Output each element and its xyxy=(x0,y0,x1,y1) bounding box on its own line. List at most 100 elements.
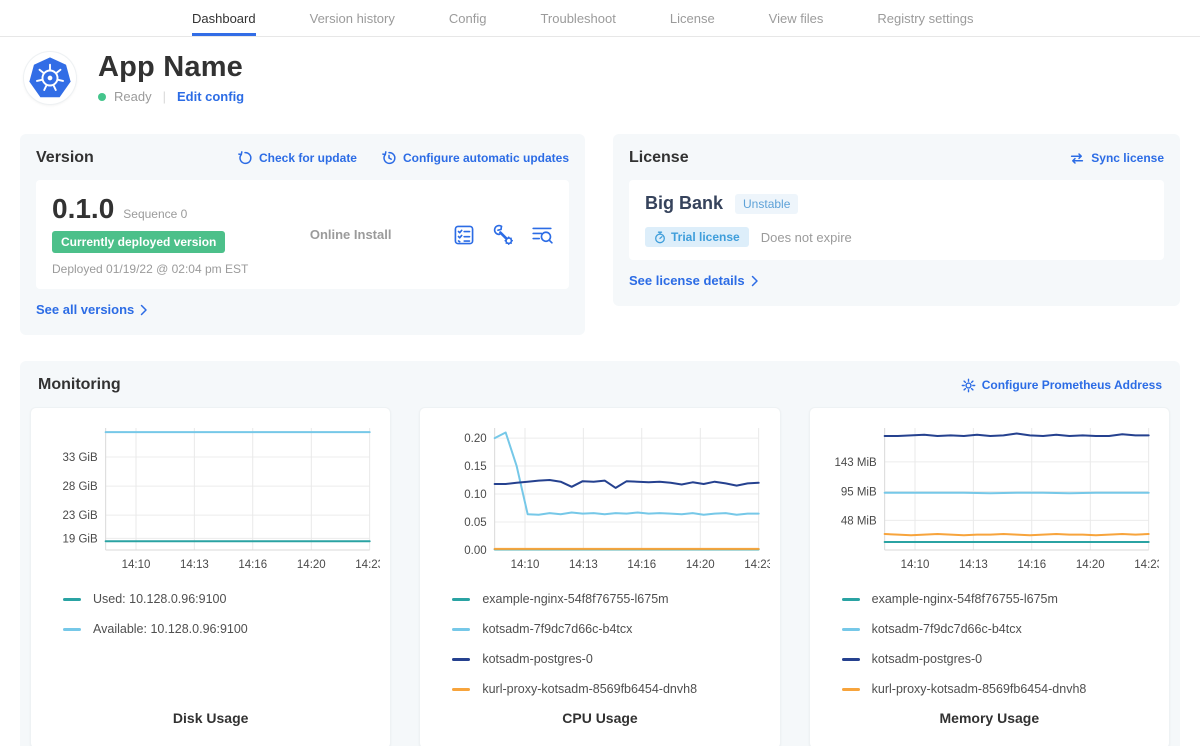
svg-text:14:16: 14:16 xyxy=(628,559,657,571)
legend-item: kurl-proxy-kotsadm-8569fb6454-dnvh8 xyxy=(452,682,769,696)
trial-license-badge: Trial license xyxy=(645,227,749,247)
cpu-usage-legend: example-nginx-54f8f76755-l675m kotsadm-7… xyxy=(452,592,769,696)
clock-refresh-icon xyxy=(381,150,397,166)
svg-text:14:23: 14:23 xyxy=(745,559,770,571)
svg-text:143 MiB: 143 MiB xyxy=(834,457,877,469)
svg-text:14:13: 14:13 xyxy=(959,559,988,571)
legend-swatch xyxy=(452,658,470,661)
legend-item: kotsadm-7f9dc7d66c-b4tcx xyxy=(452,622,769,636)
current-version-panel: 0.1.0 Sequence 0 Currently deployed vers… xyxy=(36,180,569,289)
app-avatar xyxy=(24,52,76,104)
memory-usage-title: Memory Usage xyxy=(820,710,1159,736)
legend-swatch xyxy=(842,658,860,661)
legend-swatch xyxy=(452,598,470,601)
svg-text:23 GiB: 23 GiB xyxy=(62,510,97,522)
deployed-timestamp: Deployed 01/19/22 @ 02:04 pm EST xyxy=(52,262,248,276)
legend-swatch xyxy=(452,688,470,691)
svg-text:0.15: 0.15 xyxy=(465,461,487,473)
refresh-icon xyxy=(237,150,253,166)
tab-version-history[interactable]: Version history xyxy=(310,0,395,36)
top-nav: Dashboard Version history Config Trouble… xyxy=(0,0,1200,37)
tab-dashboard[interactable]: Dashboard xyxy=(192,0,256,36)
legend-swatch xyxy=(63,598,81,601)
disk-usage-card: 19 GiB23 GiB28 GiB33 GiB14:1014:1314:161… xyxy=(30,407,391,746)
cpu-usage-card: 0.00 0.05 0.10 0.15 0.20 14:10 14:13 14:16 14:20… xyxy=(419,407,780,746)
svg-text:14:20: 14:20 xyxy=(1076,559,1105,571)
install-type-label: Online Install xyxy=(310,227,392,242)
customer-name: Big Bank xyxy=(645,193,723,214)
svg-text:0.00: 0.00 xyxy=(465,545,487,557)
svg-text:0.05: 0.05 xyxy=(465,517,487,529)
monitoring-title: Monitoring xyxy=(38,376,121,394)
svg-text:14:10: 14:10 xyxy=(900,559,929,571)
sync-arrows-icon xyxy=(1069,151,1085,166)
cards-row: Version Check for update Configure au xyxy=(0,134,1200,335)
version-number: 0.1.0 xyxy=(52,193,114,225)
legend-swatch xyxy=(842,598,860,601)
sequence-label: Sequence 0 xyxy=(123,207,187,221)
tab-license[interactable]: License xyxy=(670,0,715,36)
svg-text:28 GiB: 28 GiB xyxy=(62,481,97,493)
memory-usage-chart: 48 MiB 95 MiB 143 MiB 14:10 14:13 14:16 14:20 1… xyxy=(820,418,1159,576)
version-card: Version Check for update Configure au xyxy=(20,134,585,335)
edit-config-wrench-icon[interactable] xyxy=(492,224,514,246)
legend-swatch xyxy=(842,628,860,631)
deploy-logs-icon[interactable] xyxy=(531,224,553,246)
svg-text:14:16: 14:16 xyxy=(1017,559,1046,571)
svg-text:14:13: 14:13 xyxy=(569,559,598,571)
svg-text:14:10: 14:10 xyxy=(511,559,540,571)
check-for-update-button[interactable]: Check for update xyxy=(237,150,357,166)
svg-text:14:20: 14:20 xyxy=(686,559,715,571)
legend-swatch xyxy=(452,628,470,631)
gear-icon xyxy=(961,378,976,393)
monitoring-section: Monitoring Configure Prometheus Address … xyxy=(20,361,1180,746)
legend-item: kurl-proxy-kotsadm-8569fb6454-dnvh8 xyxy=(842,682,1159,696)
chevron-right-icon xyxy=(140,304,148,316)
cpu-usage-title: CPU Usage xyxy=(430,710,769,736)
legend-item: example-nginx-54f8f76755-l675m xyxy=(842,592,1159,606)
currently-deployed-badge: Currently deployed version xyxy=(52,231,225,253)
legend-item: Available: 10.128.0.96:9100 xyxy=(63,622,380,636)
svg-text:0.20: 0.20 xyxy=(465,433,487,445)
legend-item: kotsadm-postgres-0 xyxy=(452,652,769,666)
see-all-versions-link[interactable]: See all versions xyxy=(36,302,148,317)
svg-text:95 MiB: 95 MiB xyxy=(841,486,877,498)
tab-registry-settings[interactable]: Registry settings xyxy=(877,0,973,36)
channel-badge: Unstable xyxy=(735,194,798,214)
svg-text:33 GiB: 33 GiB xyxy=(62,452,97,464)
license-card: License Sync license Big Bank Unstable xyxy=(613,134,1180,306)
svg-text:19 GiB: 19 GiB xyxy=(62,533,97,545)
tab-view-files[interactable]: View files xyxy=(769,0,824,36)
tab-troubleshoot[interactable]: Troubleshoot xyxy=(540,0,615,36)
app-header: App Name Ready | Edit config xyxy=(0,37,1200,104)
edit-config-link[interactable]: Edit config xyxy=(177,89,244,104)
svg-text:14:13: 14:13 xyxy=(180,559,209,571)
sync-license-button[interactable]: Sync license xyxy=(1069,151,1164,166)
svg-text:48 MiB: 48 MiB xyxy=(841,515,877,527)
svg-text:14:23: 14:23 xyxy=(355,559,380,571)
legend-item: kotsadm-postgres-0 xyxy=(842,652,1159,666)
legend-swatch xyxy=(842,688,860,691)
see-license-details-link[interactable]: See license details xyxy=(629,273,759,288)
disk-usage-chart: 19 GiB23 GiB28 GiB33 GiB14:1014:1314:161… xyxy=(41,418,380,576)
legend-item: kotsadm-7f9dc7d66c-b4tcx xyxy=(842,622,1159,636)
status-text: Ready xyxy=(114,89,152,104)
divider: | xyxy=(163,89,166,104)
stopwatch-icon xyxy=(654,231,666,244)
kubernetes-wheel-icon xyxy=(28,56,72,100)
status-dot xyxy=(98,93,106,101)
page-title: App Name xyxy=(98,51,244,84)
current-version-info: 0.1.0 Sequence 0 Currently deployed vers… xyxy=(52,193,248,276)
legend-item: Used: 10.128.0.96:9100 xyxy=(63,592,380,606)
configure-automatic-updates-button[interactable]: Configure automatic updates xyxy=(381,150,569,166)
svg-text:14:16: 14:16 xyxy=(238,559,267,571)
legend-item: example-nginx-54f8f76755-l675m xyxy=(452,592,769,606)
preflight-checks-icon[interactable] xyxy=(453,224,475,246)
license-card-title: License xyxy=(629,149,689,167)
svg-text:14:23: 14:23 xyxy=(1134,559,1159,571)
disk-usage-legend: Used: 10.128.0.96:9100 Available: 10.128… xyxy=(63,592,380,636)
tab-config[interactable]: Config xyxy=(449,0,487,36)
svg-text:0.10: 0.10 xyxy=(465,489,487,501)
expiry-text: Does not expire xyxy=(761,230,852,245)
configure-prometheus-button[interactable]: Configure Prometheus Address xyxy=(961,378,1162,393)
